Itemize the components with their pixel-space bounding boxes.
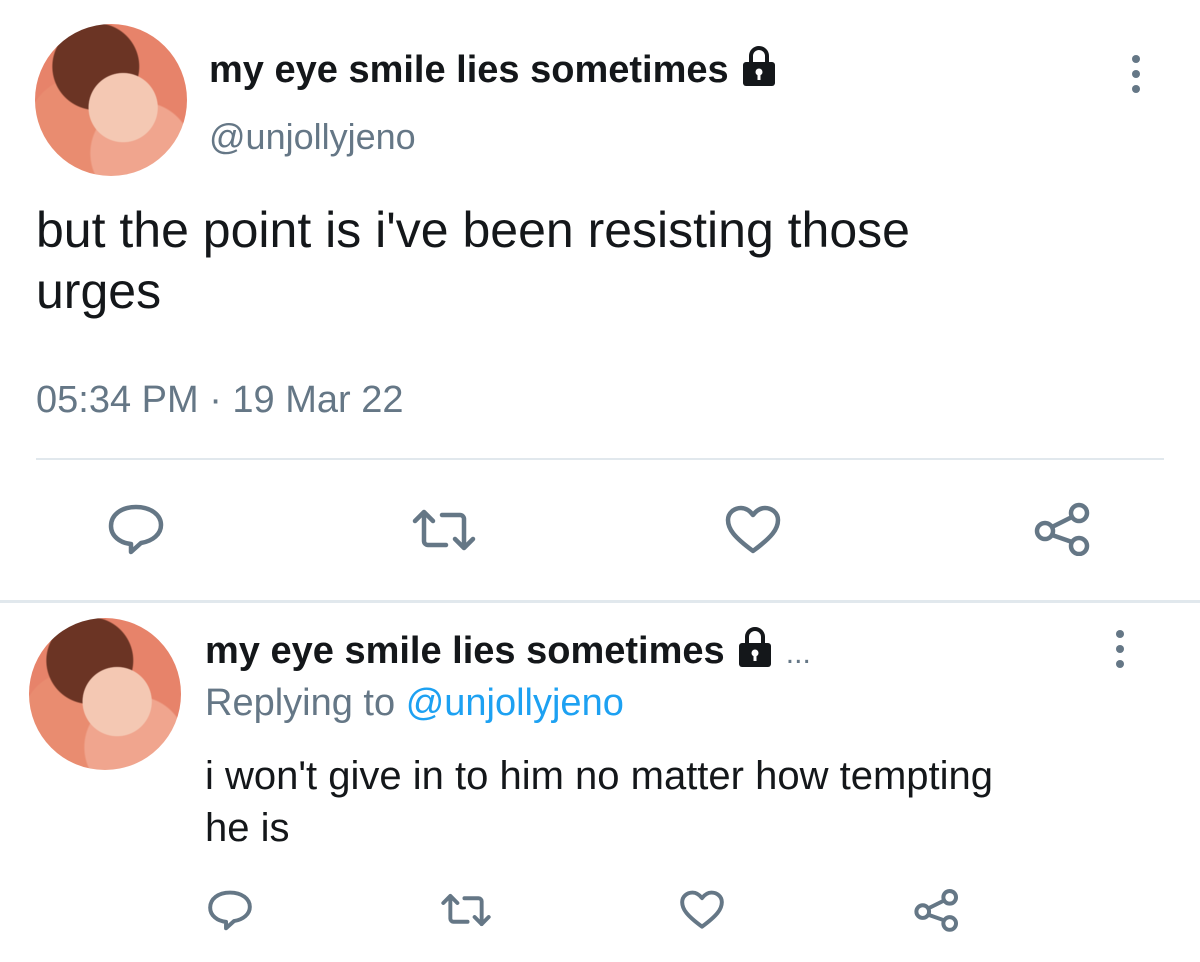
avatar[interactable]	[35, 24, 187, 176]
heart-icon	[680, 890, 724, 929]
lock-icon	[739, 44, 779, 100]
mention-link[interactable]: @unjollyjeno	[406, 682, 624, 724]
share-button[interactable]	[1034, 502, 1092, 556]
heart-icon	[725, 505, 781, 554]
reply-icon	[208, 890, 252, 931]
handle[interactable]: @unjollyjeno	[209, 114, 416, 160]
divider	[0, 600, 1200, 603]
display-name[interactable]: my eye smile lies sometimes	[209, 44, 779, 100]
more-vertical-icon[interactable]	[1132, 55, 1140, 93]
more-vertical-icon[interactable]	[1116, 630, 1124, 668]
avatar[interactable]	[29, 618, 181, 770]
share-icon	[914, 888, 959, 932]
tweet-text: i won't give in to him no matter how tem…	[205, 754, 994, 850]
lock-icon	[735, 625, 775, 681]
tweet-text: but the point is i've been resisting tho…	[36, 202, 910, 319]
like-button[interactable]	[679, 890, 725, 930]
share-button[interactable]	[914, 888, 960, 932]
retweet-button[interactable]	[440, 892, 492, 928]
timestamp[interactable]: 05:34 PM · 19 Mar 22	[36, 376, 404, 424]
reply-button[interactable]	[107, 503, 165, 555]
retweet-icon	[412, 509, 476, 551]
replying-to: Replying to @unjollyjeno	[205, 682, 624, 724]
display-name[interactable]: my eye smile lies sometimes ...	[205, 625, 811, 681]
retweet-button[interactable]	[411, 507, 477, 553]
reply-icon	[108, 504, 164, 555]
retweet-icon	[441, 893, 491, 927]
divider	[36, 458, 1164, 460]
share-icon	[1034, 502, 1090, 556]
handle-ellipsis: ...	[785, 637, 811, 671]
reply-button[interactable]	[207, 889, 253, 931]
like-button[interactable]	[724, 505, 782, 555]
